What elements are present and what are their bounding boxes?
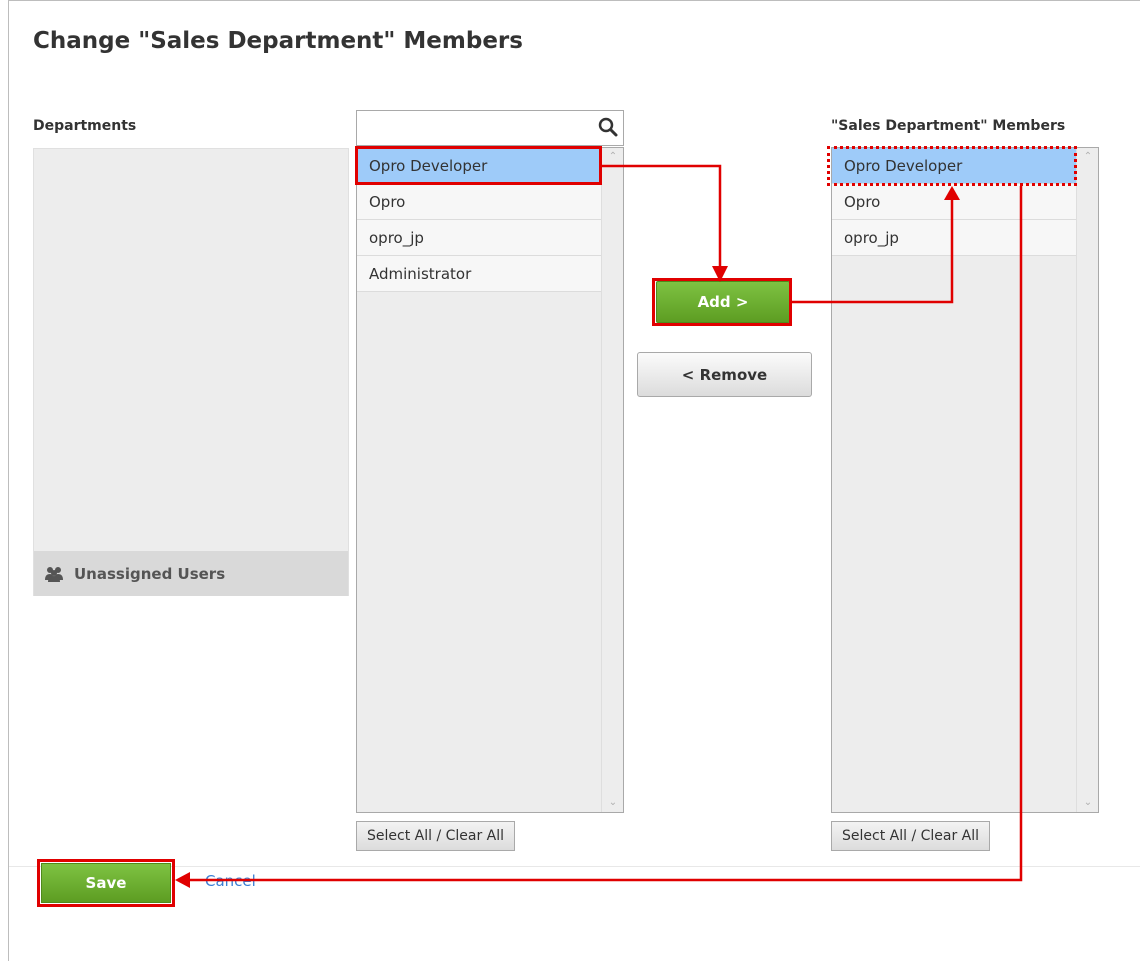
user-search-box [356,110,624,146]
departments-panel: Unassigned Users [33,148,349,596]
member-item[interactable]: Opro Developer [832,148,1076,184]
chevron-up-icon[interactable]: ⌃ [1077,148,1098,166]
cancel-link[interactable]: Cancel [205,872,256,890]
member-item[interactable]: opro_jp [832,220,1076,256]
page-title: Change "Sales Department" Members [33,28,523,54]
chevron-down-icon[interactable]: ⌄ [1077,794,1098,812]
unassigned-users-label: Unassigned Users [74,564,226,583]
remove-button[interactable]: < Remove [637,352,812,397]
save-button[interactable]: Save [41,863,171,903]
members-select-all-button[interactable]: Select All / Clear All [831,821,991,851]
search-icon[interactable] [597,116,619,138]
available-user-item[interactable]: Administrator [357,256,601,292]
available-user-item[interactable]: Opro Developer [357,148,601,184]
available-user-item[interactable]: opro_jp [357,220,601,256]
members-label: "Sales Department" Members [831,118,1066,134]
members-list[interactable]: Opro Developer Opro opro_jp ⌃ ⌄ [831,147,1099,813]
available-select-all-button[interactable]: Select All / Clear All [356,821,516,851]
users-icon [44,566,64,582]
available-users-scrollbar[interactable]: ⌃ ⌄ [601,148,623,812]
add-button[interactable]: Add > [656,281,790,323]
search-input[interactable] [357,111,593,145]
members-scrollbar[interactable]: ⌃ ⌄ [1076,148,1098,812]
available-users-list[interactable]: Opro Developer Opro opro_jp Administrato… [356,147,624,813]
unassigned-users-item[interactable]: Unassigned Users [34,551,348,596]
chevron-up-icon[interactable]: ⌃ [602,148,623,166]
footer-divider [9,866,1140,867]
available-user-item[interactable]: Opro [357,184,601,220]
member-item[interactable]: Opro [832,184,1076,220]
chevron-down-icon[interactable]: ⌄ [602,794,623,812]
departments-label: Departments [33,118,137,134]
